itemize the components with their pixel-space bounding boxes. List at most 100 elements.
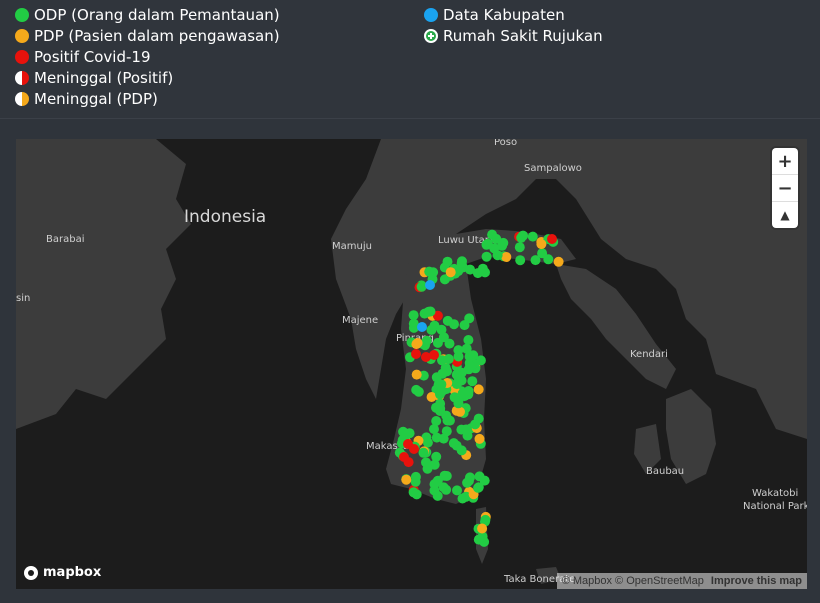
- odp-marker[interactable]: [442, 315, 453, 326]
- odp-marker[interactable]: [441, 426, 452, 437]
- odp-marker[interactable]: [465, 360, 476, 371]
- label-majene: Majene: [342, 315, 378, 326]
- legend-column-left: ODP (Orang dalam Pemantauan) PDP (Pasien…: [15, 4, 280, 109]
- odp-marker[interactable]: [477, 263, 488, 274]
- label-barabai: Barabai: [46, 234, 84, 245]
- legend-label: ODP (Orang dalam Pemantauan): [34, 5, 280, 24]
- odp-marker[interactable]: [530, 255, 541, 266]
- legend-label: Data Kabupaten: [443, 5, 565, 24]
- odp-marker[interactable]: [410, 471, 421, 482]
- label-mamuju: Mamuju: [332, 241, 372, 252]
- odp-marker[interactable]: [457, 388, 468, 399]
- improve-map-link[interactable]: Improve this map: [711, 575, 802, 587]
- odp-marker[interactable]: [462, 477, 473, 488]
- label-kendari: Kendari: [630, 349, 668, 360]
- odp-marker[interactable]: [473, 534, 484, 545]
- positif-marker[interactable]: [547, 234, 557, 244]
- odp-marker[interactable]: [419, 308, 430, 319]
- pdp-marker[interactable]: [411, 369, 422, 380]
- odp-marker[interactable]: [408, 310, 419, 321]
- odp-marker[interactable]: [527, 231, 538, 242]
- label-indonesia: Indonesia: [184, 207, 266, 227]
- positif-marker[interactable]: [399, 452, 409, 462]
- mapbox-logo[interactable]: mapbox: [24, 565, 101, 580]
- pdp-marker[interactable]: [536, 239, 547, 250]
- odp-marker[interactable]: [515, 255, 526, 266]
- pdp-marker[interactable]: [474, 433, 485, 444]
- legend-item-positif: Positif Covid-19: [15, 46, 280, 67]
- odp-marker[interactable]: [429, 479, 440, 490]
- odp-marker[interactable]: [543, 254, 554, 265]
- odp-marker[interactable]: [517, 230, 528, 241]
- odp-marker[interactable]: [467, 376, 478, 387]
- legend-item-pdp: PDP (Pasien dalam pengawasan): [15, 25, 280, 46]
- odp-marker[interactable]: [413, 386, 424, 397]
- odp-marker[interactable]: [456, 258, 467, 269]
- odp-marker[interactable]: [489, 243, 500, 254]
- attribution-text[interactable]: © Mapbox © OpenStreetMap: [562, 575, 704, 587]
- positif-marker[interactable]: [411, 349, 421, 359]
- odp-marker[interactable]: [480, 514, 491, 525]
- odp-marker[interactable]: [421, 335, 432, 346]
- odp-marker[interactable]: [411, 489, 422, 500]
- compass-button[interactable]: ▲: [772, 202, 798, 228]
- odp-marker[interactable]: [444, 338, 455, 349]
- odp-marker[interactable]: [442, 256, 453, 267]
- positif-marker[interactable]: [409, 444, 419, 454]
- odp-marker[interactable]: [474, 471, 485, 482]
- odp-marker[interactable]: [398, 426, 409, 437]
- zoom-out-button[interactable]: −: [772, 175, 798, 202]
- orange-dot-icon: [15, 28, 29, 43]
- legend-panel: ODP (Orang dalam Pemantauan) PDP (Pasien…: [0, 0, 820, 118]
- odp-marker[interactable]: [426, 324, 437, 335]
- odp-marker[interactable]: [448, 438, 459, 449]
- odp-marker[interactable]: [461, 424, 471, 435]
- odp-marker[interactable]: [473, 482, 484, 493]
- odp-marker[interactable]: [416, 281, 427, 292]
- pdp-marker[interactable]: [412, 338, 423, 348]
- pdp-marker[interactable]: [473, 384, 484, 395]
- pdp-marker[interactable]: [445, 267, 456, 278]
- odp-marker[interactable]: [418, 447, 429, 458]
- odp-marker[interactable]: [451, 379, 462, 390]
- label-wakatobi: Wakatobi National Park: [743, 488, 807, 512]
- map-canvas[interactable]: Indonesia Poso Sampalowo Barabai Mamuju …: [16, 139, 807, 589]
- odp-marker[interactable]: [470, 419, 481, 430]
- odp-marker[interactable]: [435, 403, 446, 414]
- odp-marker[interactable]: [432, 490, 443, 501]
- odp-marker[interactable]: [457, 493, 468, 504]
- label-wakatobi-line1: Wakatobi: [752, 488, 798, 499]
- odp-marker[interactable]: [452, 485, 462, 496]
- odp-marker[interactable]: [436, 324, 447, 335]
- pdp-marker[interactable]: [553, 256, 564, 267]
- label-wakatobi-line2: National Park: [743, 501, 807, 512]
- pdp-marker[interactable]: [477, 523, 488, 534]
- odp-marker[interactable]: [429, 424, 439, 435]
- legend-label: Meninggal (Positif): [34, 68, 174, 87]
- pdp-marker[interactable]: [401, 474, 412, 485]
- half-red-dot-icon: [15, 70, 29, 85]
- legend-label: Positif Covid-19: [34, 47, 151, 66]
- odp-marker[interactable]: [422, 463, 433, 474]
- pdp-marker[interactable]: [501, 252, 512, 262]
- legend-item-kabupaten: Data Kabupaten: [424, 4, 603, 25]
- legend-label: Meninggal (PDP): [34, 89, 158, 108]
- label-sin: sin: [16, 293, 30, 304]
- odp-marker[interactable]: [491, 233, 502, 244]
- kabupaten-marker[interactable]: [425, 280, 435, 290]
- kabupaten-marker[interactable]: [417, 322, 427, 332]
- label-baubau: Baubau: [646, 466, 684, 477]
- odp-marker[interactable]: [424, 266, 435, 277]
- odp-marker[interactable]: [436, 386, 447, 397]
- divider: [0, 118, 820, 119]
- odp-marker[interactable]: [475, 355, 486, 366]
- odp-marker[interactable]: [514, 242, 525, 253]
- odp-marker[interactable]: [463, 335, 474, 345]
- positif-marker[interactable]: [429, 350, 439, 360]
- odp-marker[interactable]: [464, 313, 475, 324]
- odp-marker[interactable]: [461, 343, 472, 354]
- odp-marker[interactable]: [453, 351, 464, 362]
- zoom-in-button[interactable]: +: [772, 148, 798, 175]
- map-svg: Indonesia Poso Sampalowo Barabai Mamuju …: [16, 139, 807, 585]
- odp-marker[interactable]: [481, 251, 492, 262]
